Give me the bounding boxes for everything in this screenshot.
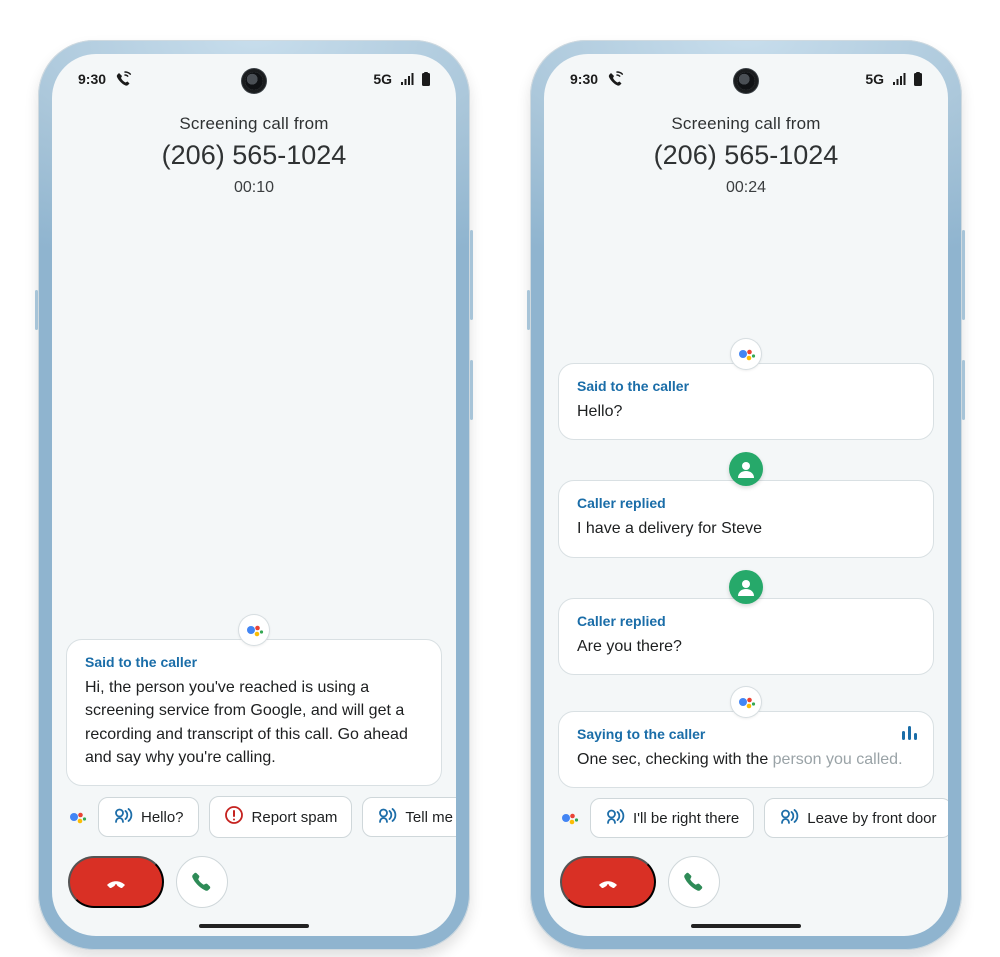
gesture-bar[interactable]	[691, 924, 801, 928]
card-title: Caller replied	[577, 613, 915, 629]
screening-title: Screening call from	[544, 114, 948, 134]
chip-label: I'll be right there	[633, 810, 739, 827]
suggested-reply-chip[interactable]: Hello?	[98, 797, 199, 837]
camera-cutout	[245, 72, 263, 90]
call-timer: 00:24	[544, 179, 948, 197]
caller-number: (206) 565-1024	[52, 140, 456, 171]
transcript-card: Said to the caller Hi, the person you've…	[66, 639, 442, 786]
suggested-reply-chip[interactable]: Tell me mo	[362, 797, 456, 837]
phone-mock: 9:30 5G Screening call from (206) 565-10…	[38, 40, 470, 950]
battery-icon	[422, 72, 430, 86]
answer-button[interactable]	[668, 856, 720, 908]
phone-mock: 9:30 5G Screening call from (206) 565-10…	[530, 40, 962, 950]
transcript-area: Said to the caller Hi, the person you've…	[52, 197, 456, 786]
card-text: I have a delivery for Steve	[577, 517, 915, 540]
card-title: Said to the caller	[577, 378, 915, 394]
suggested-reply-chip[interactable]: Leave by front door	[764, 798, 948, 838]
chip-label: Hello?	[141, 809, 184, 826]
status-time: 9:30	[570, 71, 598, 87]
voice-reply-icon	[779, 807, 799, 829]
ongoing-call-icon	[606, 71, 624, 87]
hang-up-button[interactable]	[560, 856, 656, 908]
status-time: 9:30	[78, 71, 106, 87]
card-title: Caller replied	[577, 495, 915, 511]
reply-chip-row[interactable]: Hello? Report spam Tell me mo	[52, 786, 456, 846]
caller-number: (206) 565-1024	[544, 140, 948, 171]
suggested-reply-chip[interactable]: Report spam	[209, 796, 353, 838]
card-text: Are you there?	[577, 635, 915, 658]
speaking-indicator-icon	[902, 726, 917, 740]
call-action-bar	[544, 846, 948, 936]
signal-icon	[400, 73, 414, 85]
chip-label: Leave by front door	[807, 810, 936, 827]
assistant-avatar-icon	[731, 687, 761, 717]
gesture-bar[interactable]	[199, 924, 309, 928]
call-timer: 00:10	[52, 179, 456, 197]
camera-cutout	[737, 72, 755, 90]
card-title: Saying to the caller	[577, 726, 915, 742]
transcript-card: Caller replied I have a delivery for Ste…	[558, 480, 934, 557]
call-action-bar	[52, 846, 456, 936]
card-text: Hi, the person you've reached is using a…	[85, 676, 423, 769]
hang-up-button[interactable]	[68, 856, 164, 908]
card-title: Said to the caller	[85, 654, 423, 670]
alert-icon	[224, 805, 244, 829]
voice-reply-icon	[605, 807, 625, 829]
chip-label: Report spam	[252, 809, 338, 826]
assistant-icon	[558, 808, 580, 828]
assistant-icon	[66, 807, 88, 827]
signal-icon	[892, 73, 906, 85]
battery-icon	[914, 72, 922, 86]
voice-reply-icon	[113, 806, 133, 828]
ongoing-call-icon	[114, 71, 132, 87]
transcript-card: Said to the caller Hello?	[558, 363, 934, 440]
caller-avatar-icon	[729, 570, 763, 604]
caller-avatar-icon	[729, 452, 763, 486]
voice-reply-icon	[377, 806, 397, 828]
transcript-area: Said to the caller Hello? Caller replied…	[544, 197, 948, 788]
chip-label: Tell me mo	[405, 809, 456, 826]
answer-button[interactable]	[176, 856, 228, 908]
screening-title: Screening call from	[52, 114, 456, 134]
network-label: 5G	[373, 71, 392, 87]
suggested-reply-chip[interactable]: I'll be right there	[590, 798, 754, 838]
transcript-card: Caller replied Are you there?	[558, 598, 934, 675]
network-label: 5G	[865, 71, 884, 87]
reply-chip-row[interactable]: I'll be right there Leave by front door	[544, 788, 948, 846]
transcript-card: Saying to the caller One sec, checking w…	[558, 711, 934, 788]
card-text: Hello?	[577, 400, 915, 423]
card-text: One sec, checking with the person you ca…	[577, 748, 915, 771]
